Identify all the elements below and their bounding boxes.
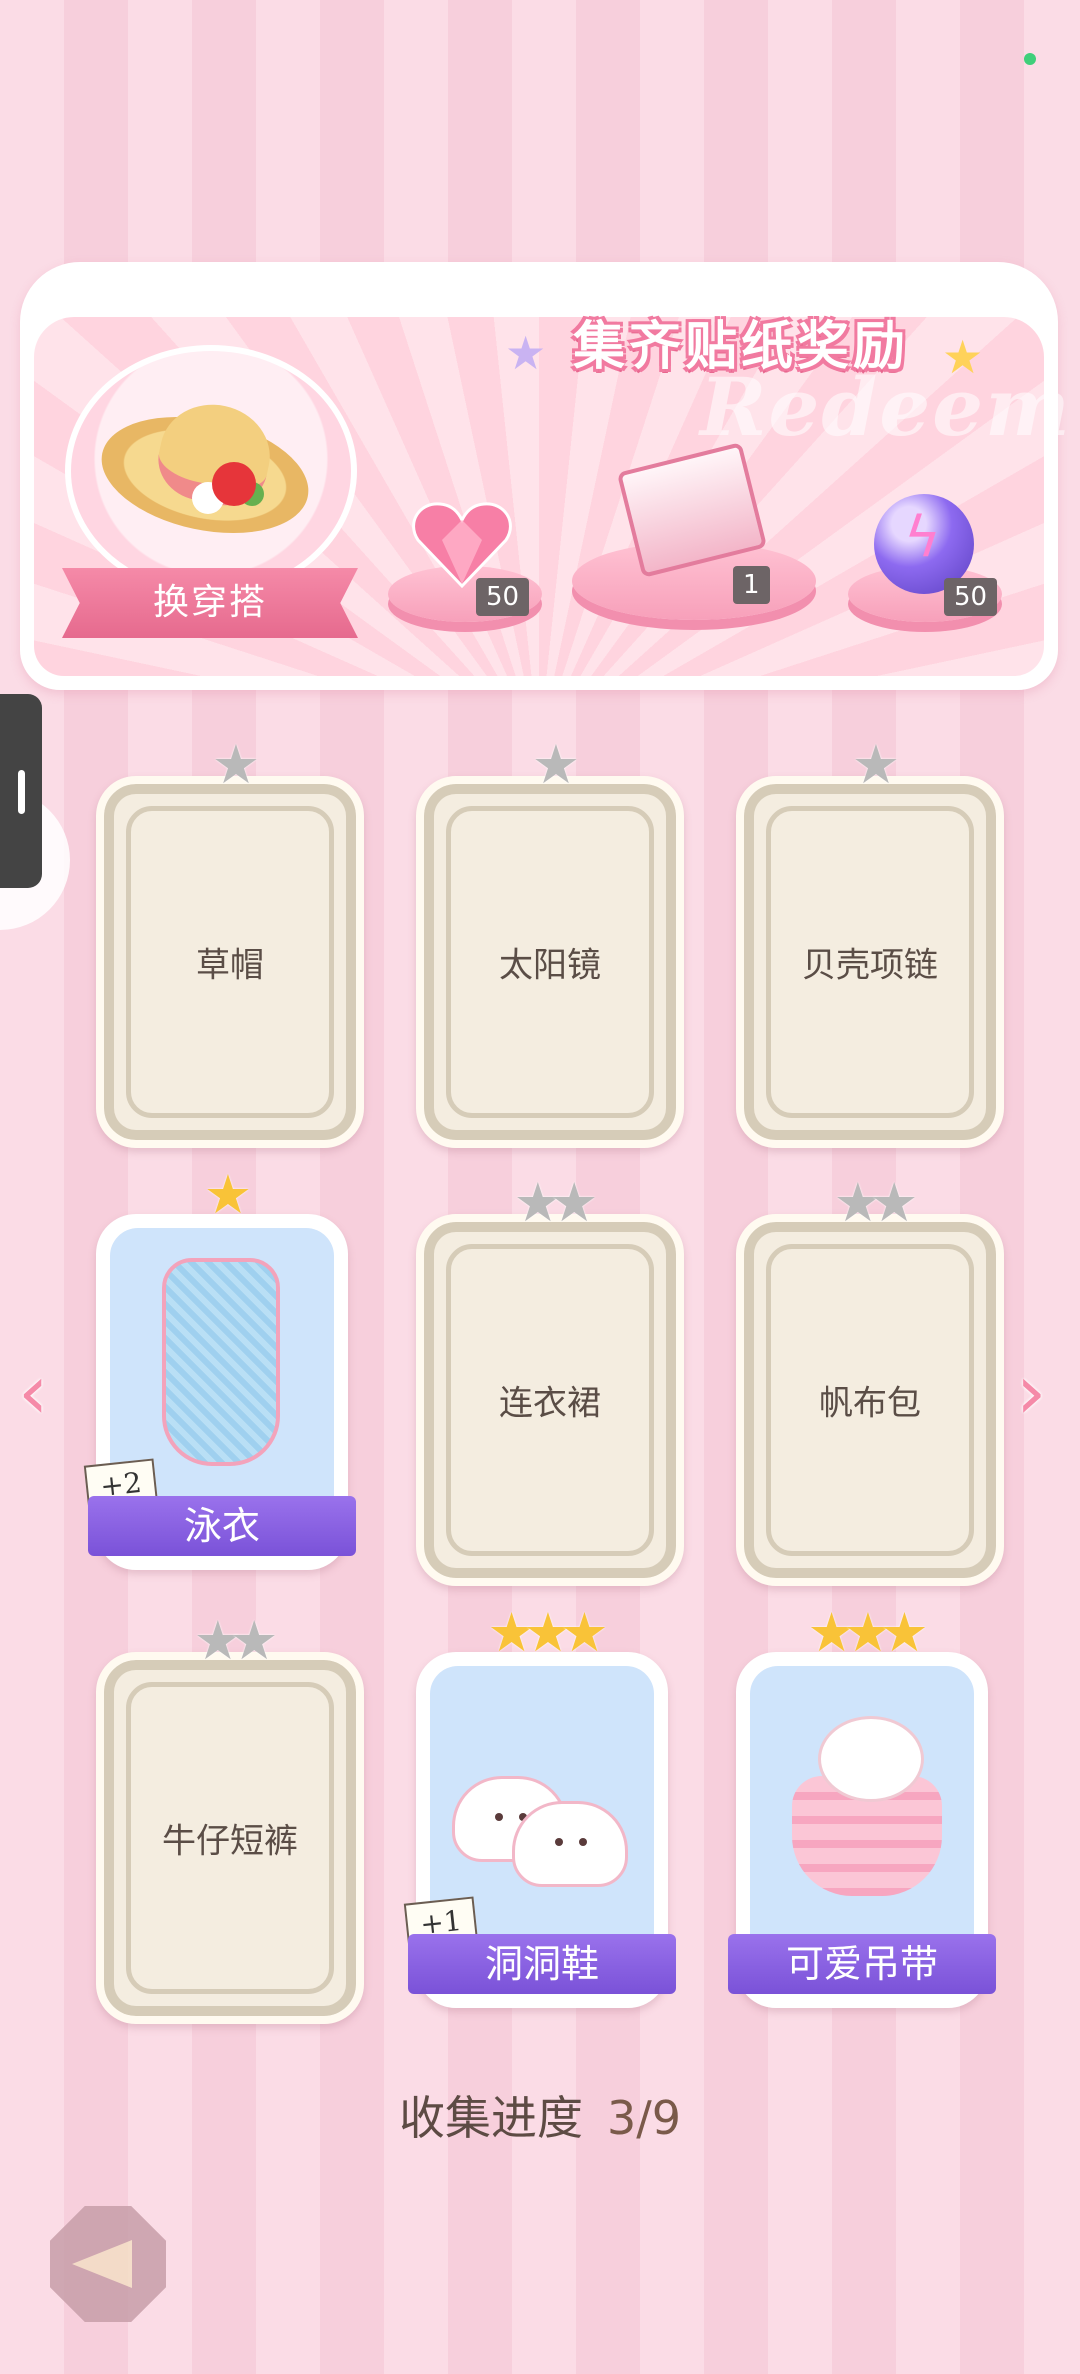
star-rating: ★★	[513, 1171, 599, 1234]
sticker-card-sunglasses[interactable]: ★ 太阳镜	[416, 738, 684, 1148]
reward-quantity: 50	[476, 578, 530, 616]
sticker-card-shell-necklace[interactable]: ★ 贝壳项链	[736, 738, 1004, 1148]
card-label: 帆布包	[819, 1383, 921, 1424]
banner-title: 集齐贴纸奖励	[573, 317, 910, 377]
bunny-clog-icon	[512, 1801, 628, 1887]
sticker-card-straw-hat[interactable]: ★ 草帽	[96, 738, 364, 1148]
progress-label: 收集进度	[398, 2091, 583, 2145]
card-label: 太阳镜	[499, 945, 601, 986]
star-rating: ★★★	[487, 1601, 608, 1664]
sticker-card-swimsuit[interactable]: ★ +2 泳衣	[83, 1168, 356, 1570]
previous-page-arrow-icon[interactable]: ‹	[18, 1352, 48, 1432]
star-rating: ★★	[833, 1171, 919, 1234]
card-label: 贝壳项链	[802, 945, 938, 986]
next-page-arrow-icon[interactable]: ›	[1016, 1352, 1046, 1432]
star-decoration-icon: ★	[505, 326, 547, 380]
star-rating: ★	[203, 1163, 253, 1226]
card-label: 连衣裙	[499, 1383, 601, 1424]
star-rating: ★★★	[807, 1601, 928, 1664]
card-label: 牛仔短裤	[162, 1821, 298, 1862]
side-drawer-handle[interactable]	[0, 694, 42, 888]
reward-quantity: 50	[944, 578, 998, 616]
swimsuit-icon	[162, 1258, 280, 1466]
card-name-ribbon: 可爱吊带	[728, 1934, 996, 1994]
star-rating: ★	[851, 733, 901, 796]
camisole-image	[750, 1666, 974, 1948]
collection-progress: 收集进度 3/9	[0, 2082, 1080, 2148]
card-name-ribbon: 洞洞鞋	[408, 1934, 676, 1994]
star-decoration-icon: ★	[942, 330, 984, 384]
progress-value: 3/9	[606, 2091, 682, 2145]
change-outfit-label: 换穿搭	[152, 582, 267, 623]
sticker-card-clogs[interactable]: ★★★ +1 洞洞鞋	[403, 1606, 676, 2008]
star-rating: ★	[531, 733, 581, 796]
sticker-card-denim-shorts[interactable]: ★★ 牛仔短裤	[96, 1614, 364, 2024]
heart-gem-icon[interactable]	[412, 500, 512, 590]
status-indicator-dot	[1024, 53, 1036, 65]
reward-quantity: 1	[733, 566, 770, 604]
sticker-card-cute-camisole[interactable]: ★★★ 可爱吊带	[728, 1606, 996, 2008]
star-rating: ★	[211, 733, 261, 796]
lightning-bolt-icon: ϟ	[904, 505, 941, 570]
sticker-card-dress[interactable]: ★★ 连衣裙	[416, 1176, 684, 1586]
card-label: 草帽	[196, 945, 264, 986]
flower-decoration-icon	[212, 462, 256, 506]
sticker-card-canvas-bag[interactable]: ★★ 帆布包	[736, 1176, 1004, 1586]
change-outfit-button[interactable]: 换穿搭	[62, 568, 358, 638]
back-button[interactable]	[50, 2206, 166, 2322]
back-arrow-icon	[72, 2240, 132, 2288]
cat-face-icon	[818, 1716, 924, 1802]
star-rating: ★★	[193, 1609, 279, 1672]
card-name-ribbon: 泳衣	[88, 1496, 356, 1556]
grip-icon	[18, 770, 25, 814]
